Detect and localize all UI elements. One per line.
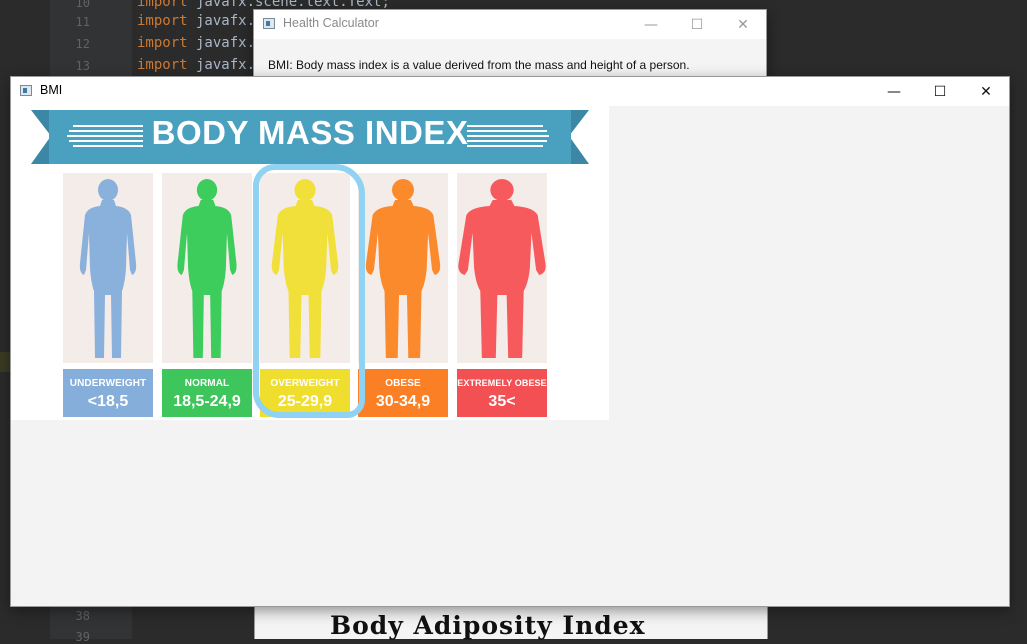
category-range: 35< [488,393,516,410]
close-button[interactable]: ✕ [720,10,766,39]
bmi-infographic: BODY MASS INDEX UNDERWEIGHT <18,5 NORMAL 18… [11,106,609,420]
line-number: 12 [75,37,90,51]
category-label: UNDERWEIGHT <18,5 [63,369,153,417]
body-silhouette-icon [458,179,546,358]
code-text: javafx.s [187,57,264,73]
bai-heading: Body Adiposity Index [330,611,646,640]
line-number: 38 [75,609,90,623]
figure-card [162,173,252,363]
figure-card [63,173,153,363]
category-label: EXTREMELY OBESE 35< [457,369,547,417]
gutter-marker [0,352,10,372]
banner-title: BODY MASS INDEX [151,114,469,151]
figure-card [358,173,448,363]
window-title: BMI [40,83,63,97]
line-number: 11 [75,15,90,29]
code-keyword: import [137,0,188,10]
category-name: OBESE [385,378,421,389]
overweight-highlight-ring [253,164,365,418]
category-range: <18,5 [87,393,129,410]
close-button[interactable]: ✕ [963,77,1009,106]
minimize-button[interactable]: — [628,10,674,39]
code-line[interactable]: import javafx.s [137,35,263,51]
code-text: javafx.s [187,35,264,51]
minimize-button[interactable]: — [871,77,917,106]
body-silhouette-icon [79,179,137,358]
maximize-button[interactable]: ☐ [917,77,963,106]
line-number: 13 [75,59,90,73]
code-line[interactable]: import javafx.s [137,57,263,73]
code-text: javafx.scene.text.Text; [187,0,390,10]
line-number: 39 [75,630,90,644]
title-bar[interactable]: BMI — ☐ ✕ [11,77,1009,106]
category-name: EXTREMELY OBESE [457,378,547,388]
bai-section: Body Adiposity Index [254,606,768,640]
app-icon [20,85,32,96]
code-text: javafx.s [187,13,264,29]
category-label: NORMAL 18,5-24,9 [162,369,252,417]
window-content: BODY MASS INDEX UNDERWEIGHT <18,5 NORMAL 18… [11,106,1009,606]
category-label: OBESE 30-34,9 [358,369,448,417]
window-title: Health Calculator [283,16,379,30]
code-keyword: import [137,13,188,29]
body-silhouette-icon [365,179,441,358]
category-name: UNDERWEIGHT [69,378,147,389]
app-icon [263,18,275,29]
title-bar[interactable]: Health Calculator — ☐ ✕ [254,10,766,39]
code-line[interactable]: import javafx.scene.text.Text; [137,0,390,10]
figure-card [457,173,547,363]
line-number: 10 [75,0,90,10]
maximize-button[interactable]: ☐ [674,10,720,39]
category-range: 18,5-24,9 [173,393,241,410]
code-line[interactable]: import javafx.s [137,13,263,29]
code-keyword: import [137,35,188,51]
code-keyword: import [137,57,188,73]
category-name: NORMAL [184,378,230,389]
body-silhouette-icon [177,179,237,358]
category-range: 30-34,9 [375,393,431,410]
bmi-window[interactable]: BMI — ☐ ✕ BODY MASS INDEX UNDERWEIGHT <1… [11,77,1009,606]
bmi-description: BMI: Body mass index is a value derived … [268,58,690,72]
